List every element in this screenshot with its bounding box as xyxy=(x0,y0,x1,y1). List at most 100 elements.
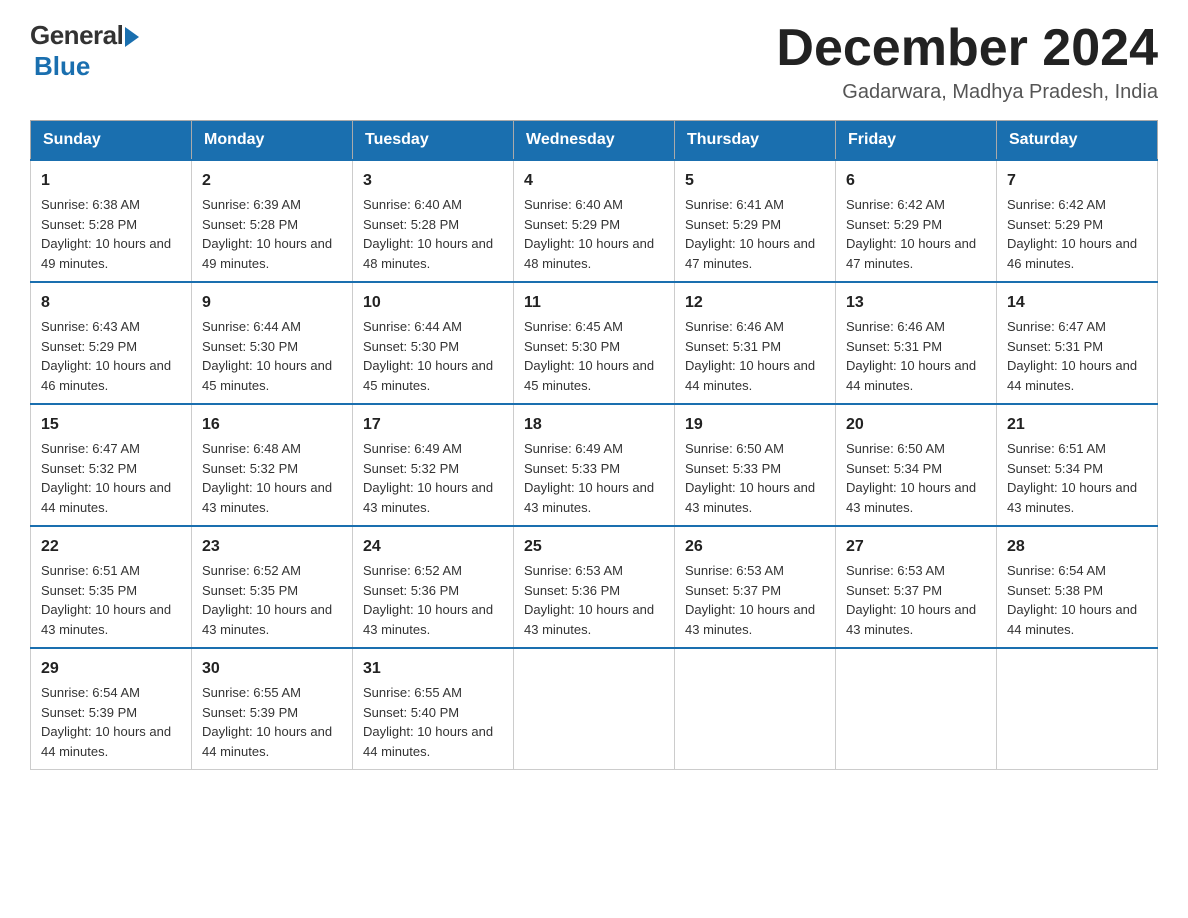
sunrise-info: Sunrise: 6:54 AM xyxy=(41,685,140,700)
table-row: 3 Sunrise: 6:40 AM Sunset: 5:28 PM Dayli… xyxy=(353,160,514,282)
sunrise-info: Sunrise: 6:40 AM xyxy=(524,197,623,212)
day-number: 22 xyxy=(41,535,181,559)
sunset-info: Sunset: 5:36 PM xyxy=(524,583,620,598)
day-number: 16 xyxy=(202,413,342,437)
day-number: 10 xyxy=(363,291,503,315)
daylight-info: Daylight: 10 hours and 43 minutes. xyxy=(363,602,493,637)
calendar-week-row: 1 Sunrise: 6:38 AM Sunset: 5:28 PM Dayli… xyxy=(31,160,1158,282)
sunrise-info: Sunrise: 6:50 AM xyxy=(685,441,784,456)
table-row: 11 Sunrise: 6:45 AM Sunset: 5:30 PM Dayl… xyxy=(514,282,675,404)
sunset-info: Sunset: 5:28 PM xyxy=(363,217,459,232)
table-row: 1 Sunrise: 6:38 AM Sunset: 5:28 PM Dayli… xyxy=(31,160,192,282)
day-number: 3 xyxy=(363,169,503,193)
sunset-info: Sunset: 5:28 PM xyxy=(202,217,298,232)
table-row: 26 Sunrise: 6:53 AM Sunset: 5:37 PM Dayl… xyxy=(675,526,836,648)
sunrise-info: Sunrise: 6:47 AM xyxy=(41,441,140,456)
location: Gadarwara, Madhya Pradesh, India xyxy=(776,81,1158,104)
sunrise-info: Sunrise: 6:52 AM xyxy=(202,563,301,578)
sunset-info: Sunset: 5:34 PM xyxy=(1007,461,1103,476)
sunset-info: Sunset: 5:40 PM xyxy=(363,705,459,720)
table-row: 24 Sunrise: 6:52 AM Sunset: 5:36 PM Dayl… xyxy=(353,526,514,648)
sunset-info: Sunset: 5:30 PM xyxy=(524,339,620,354)
sunrise-info: Sunrise: 6:44 AM xyxy=(363,319,462,334)
table-row: 5 Sunrise: 6:41 AM Sunset: 5:29 PM Dayli… xyxy=(675,160,836,282)
daylight-info: Daylight: 10 hours and 44 minutes. xyxy=(685,358,815,393)
table-row: 4 Sunrise: 6:40 AM Sunset: 5:29 PM Dayli… xyxy=(514,160,675,282)
day-number: 8 xyxy=(41,291,181,315)
table-row: 15 Sunrise: 6:47 AM Sunset: 5:32 PM Dayl… xyxy=(31,404,192,526)
daylight-info: Daylight: 10 hours and 44 minutes. xyxy=(1007,358,1137,393)
sunrise-info: Sunrise: 6:40 AM xyxy=(363,197,462,212)
month-title: December 2024 xyxy=(776,20,1158,77)
sunset-info: Sunset: 5:36 PM xyxy=(363,583,459,598)
day-number: 14 xyxy=(1007,291,1147,315)
sunrise-info: Sunrise: 6:45 AM xyxy=(524,319,623,334)
col-friday: Friday xyxy=(836,121,997,161)
sunset-info: Sunset: 5:37 PM xyxy=(685,583,781,598)
table-row xyxy=(836,648,997,770)
sunset-info: Sunset: 5:38 PM xyxy=(1007,583,1103,598)
sunset-info: Sunset: 5:39 PM xyxy=(41,705,137,720)
daylight-info: Daylight: 10 hours and 49 minutes. xyxy=(41,236,171,271)
table-row: 30 Sunrise: 6:55 AM Sunset: 5:39 PM Dayl… xyxy=(192,648,353,770)
day-number: 13 xyxy=(846,291,986,315)
table-row: 29 Sunrise: 6:54 AM Sunset: 5:39 PM Dayl… xyxy=(31,648,192,770)
sunset-info: Sunset: 5:39 PM xyxy=(202,705,298,720)
day-number: 9 xyxy=(202,291,342,315)
day-number: 21 xyxy=(1007,413,1147,437)
sunset-info: Sunset: 5:31 PM xyxy=(1007,339,1103,354)
sunrise-info: Sunrise: 6:52 AM xyxy=(363,563,462,578)
sunrise-info: Sunrise: 6:46 AM xyxy=(846,319,945,334)
sunrise-info: Sunrise: 6:39 AM xyxy=(202,197,301,212)
daylight-info: Daylight: 10 hours and 43 minutes. xyxy=(524,602,654,637)
sunrise-info: Sunrise: 6:55 AM xyxy=(363,685,462,700)
daylight-info: Daylight: 10 hours and 47 minutes. xyxy=(846,236,976,271)
sunrise-info: Sunrise: 6:42 AM xyxy=(1007,197,1106,212)
table-row: 20 Sunrise: 6:50 AM Sunset: 5:34 PM Dayl… xyxy=(836,404,997,526)
table-row: 28 Sunrise: 6:54 AM Sunset: 5:38 PM Dayl… xyxy=(997,526,1158,648)
day-number: 12 xyxy=(685,291,825,315)
daylight-info: Daylight: 10 hours and 43 minutes. xyxy=(202,602,332,637)
calendar-header-row: Sunday Monday Tuesday Wednesday Thursday… xyxy=(31,121,1158,161)
daylight-info: Daylight: 10 hours and 44 minutes. xyxy=(41,724,171,759)
sunrise-info: Sunrise: 6:53 AM xyxy=(846,563,945,578)
daylight-info: Daylight: 10 hours and 44 minutes. xyxy=(41,480,171,515)
day-number: 28 xyxy=(1007,535,1147,559)
calendar-week-row: 29 Sunrise: 6:54 AM Sunset: 5:39 PM Dayl… xyxy=(31,648,1158,770)
table-row xyxy=(514,648,675,770)
col-tuesday: Tuesday xyxy=(353,121,514,161)
day-number: 23 xyxy=(202,535,342,559)
daylight-info: Daylight: 10 hours and 48 minutes. xyxy=(524,236,654,271)
daylight-info: Daylight: 10 hours and 43 minutes. xyxy=(685,602,815,637)
sunrise-info: Sunrise: 6:51 AM xyxy=(41,563,140,578)
sunrise-info: Sunrise: 6:53 AM xyxy=(524,563,623,578)
sunset-info: Sunset: 5:35 PM xyxy=(41,583,137,598)
daylight-info: Daylight: 10 hours and 45 minutes. xyxy=(524,358,654,393)
daylight-info: Daylight: 10 hours and 43 minutes. xyxy=(685,480,815,515)
sunset-info: Sunset: 5:29 PM xyxy=(41,339,137,354)
sunset-info: Sunset: 5:31 PM xyxy=(846,339,942,354)
sunrise-info: Sunrise: 6:42 AM xyxy=(846,197,945,212)
table-row: 8 Sunrise: 6:43 AM Sunset: 5:29 PM Dayli… xyxy=(31,282,192,404)
calendar-table: Sunday Monday Tuesday Wednesday Thursday… xyxy=(30,120,1158,770)
day-number: 24 xyxy=(363,535,503,559)
calendar-week-row: 8 Sunrise: 6:43 AM Sunset: 5:29 PM Dayli… xyxy=(31,282,1158,404)
table-row: 25 Sunrise: 6:53 AM Sunset: 5:36 PM Dayl… xyxy=(514,526,675,648)
table-row: 27 Sunrise: 6:53 AM Sunset: 5:37 PM Dayl… xyxy=(836,526,997,648)
table-row: 6 Sunrise: 6:42 AM Sunset: 5:29 PM Dayli… xyxy=(836,160,997,282)
sunset-info: Sunset: 5:35 PM xyxy=(202,583,298,598)
daylight-info: Daylight: 10 hours and 43 minutes. xyxy=(524,480,654,515)
day-number: 2 xyxy=(202,169,342,193)
day-number: 5 xyxy=(685,169,825,193)
sunrise-info: Sunrise: 6:55 AM xyxy=(202,685,301,700)
table-row xyxy=(675,648,836,770)
sunrise-info: Sunrise: 6:54 AM xyxy=(1007,563,1106,578)
daylight-info: Daylight: 10 hours and 46 minutes. xyxy=(1007,236,1137,271)
daylight-info: Daylight: 10 hours and 43 minutes. xyxy=(846,480,976,515)
sunset-info: Sunset: 5:29 PM xyxy=(846,217,942,232)
table-row: 22 Sunrise: 6:51 AM Sunset: 5:35 PM Dayl… xyxy=(31,526,192,648)
sunset-info: Sunset: 5:29 PM xyxy=(685,217,781,232)
table-row: 10 Sunrise: 6:44 AM Sunset: 5:30 PM Dayl… xyxy=(353,282,514,404)
day-number: 17 xyxy=(363,413,503,437)
table-row: 13 Sunrise: 6:46 AM Sunset: 5:31 PM Dayl… xyxy=(836,282,997,404)
